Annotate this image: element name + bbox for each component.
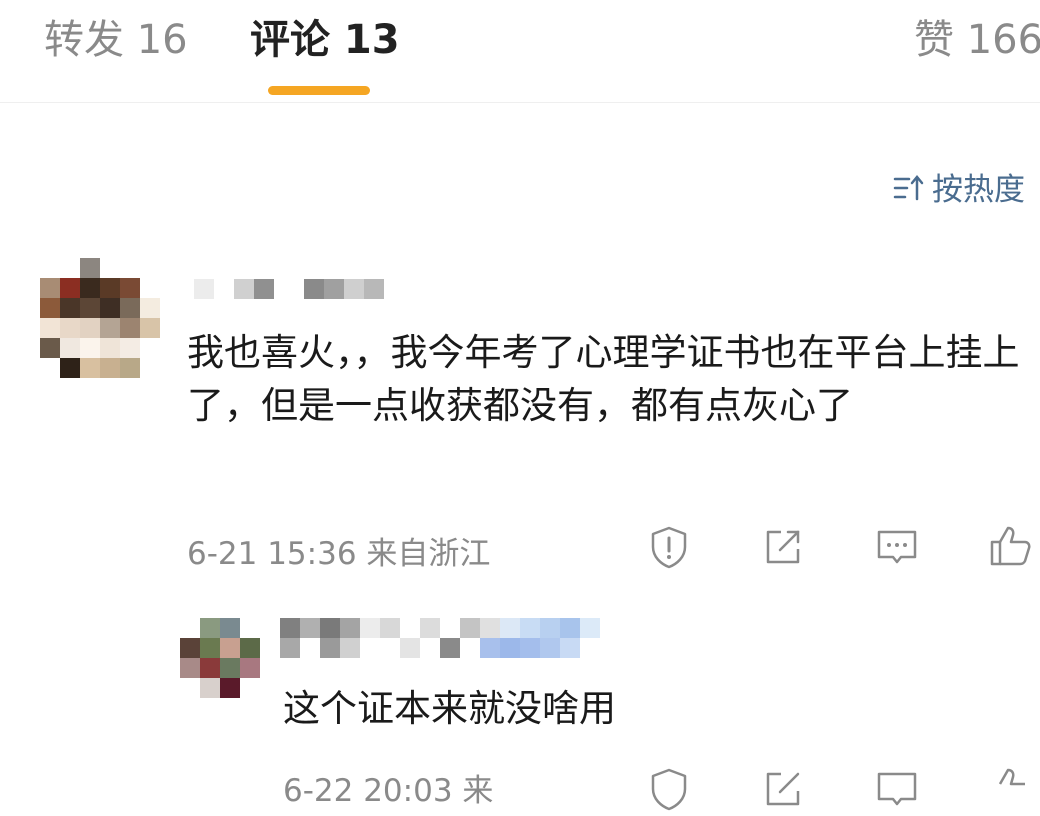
sort-label: 按热度 [932, 172, 1025, 208]
sort-icon [892, 173, 926, 203]
tab-likes[interactable]: 赞 166 [914, 14, 1040, 66]
report-icon[interactable] [646, 524, 692, 570]
reply-meta: 6-22 20:03 来 [283, 773, 494, 809]
report-icon[interactable] [646, 766, 692, 812]
tab-bar: 转发 16 评论 13 赞 166 [0, 0, 1040, 103]
comment-meta: 6-21 15:36 来自浙江 [187, 536, 491, 572]
like-icon[interactable] [988, 522, 1034, 568]
like-icon[interactable] [988, 764, 1034, 810]
share-icon[interactable] [760, 524, 806, 570]
sort-button[interactable]: 按热度 [892, 164, 1025, 209]
comment-icon[interactable] [874, 766, 920, 812]
username-redacted[interactable] [180, 279, 384, 299]
active-tab-indicator [268, 86, 370, 95]
share-icon[interactable] [760, 766, 806, 812]
tab-comments[interactable]: 评论 13 [250, 14, 400, 66]
username-redacted[interactable] [280, 618, 600, 658]
comment-icon[interactable] [874, 524, 920, 570]
reply-text: 这个证本来就没啥用 [283, 687, 616, 730]
tab-repost[interactable]: 转发 16 [44, 14, 188, 66]
avatar[interactable] [40, 258, 160, 378]
avatar[interactable] [180, 618, 260, 698]
comment-text: 我也喜火，，我今年考了心理学证书也在平台上挂上了，但是一点收获都没有，都有点灰心… [187, 331, 1020, 427]
